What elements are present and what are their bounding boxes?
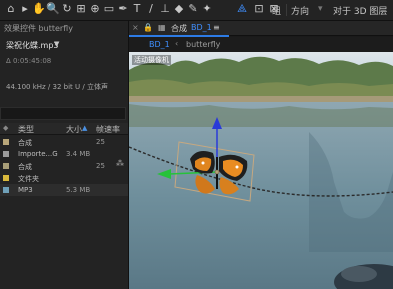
axis-local-icon[interactable]: ⊡ (252, 2, 266, 16)
axis-icon[interactable]: ⟁ (235, 2, 249, 16)
sort-ascending-icon[interactable]: ▲ (82, 124, 87, 132)
column-rate[interactable]: 帧速率 (96, 124, 120, 135)
item-name: 文件夹 (18, 175, 39, 183)
zoom-tool-icon[interactable]: 🔍 (46, 2, 60, 16)
list-item[interactable]: MP3 5.3 MB (0, 184, 128, 196)
breadcrumb-separator-icon: ‹ (175, 39, 179, 48)
arrow-tool-icon[interactable]: ▸ (18, 2, 32, 16)
rotate-tool-icon[interactable]: ↻ (60, 2, 74, 16)
item-name: MP3 (18, 186, 33, 194)
brush-tool-icon[interactable]: / (144, 2, 158, 16)
roto-brush-icon[interactable]: ✎ (186, 2, 200, 16)
audio-info: 44.100 kHz / 32 bit U / 立体声 (6, 83, 108, 91)
list-item[interactable]: 合成 25 (0, 160, 128, 172)
item-size: 5.3 MB (66, 186, 91, 194)
item-name: 合成 (18, 139, 32, 147)
item-color-swatch (3, 175, 9, 181)
active-camera-label: 活动摄像机 (132, 55, 171, 65)
list-item[interactable]: Importe...G 3.4 MB (0, 148, 128, 160)
item-color-swatch (3, 151, 9, 157)
direction-dropdown-icon[interactable]: ▾ (318, 4, 323, 14)
grid-label: 组 (272, 7, 282, 17)
item-name: 合成 (18, 163, 32, 171)
composition-tab-bar: × 🔒 ▦ 合成 BD_1 ≡ (129, 21, 393, 37)
tab-menu-icon[interactable]: ≡ (213, 23, 220, 32)
toolbar: ⌂ ▸ ✋ 🔍 ↻ ⊞ ⊕ ▭ ✒ T / ⊥ ◆ ✎ ✦ ⟁ ⊡ ⊠ 组 方向 ▾ 对于 3D 图层 (0, 0, 393, 21)
project-panel: 效果控件 butterfly 梁祝化蝶.mp3 ▼ Δ 0:05:45:08 4… (0, 21, 129, 289)
item-color-swatch (3, 187, 9, 193)
butterfly-layer[interactable] (157, 117, 267, 212)
item-name: Importe...G (18, 150, 58, 158)
close-tab-icon[interactable]: × (132, 23, 139, 32)
rectangle-tool-icon[interactable]: ▭ (102, 2, 116, 16)
effect-controls-title[interactable]: 效果控件 butterfly (4, 23, 73, 34)
project-column-header: ◆ 类型 大小 ▲ 帧速率 (0, 123, 128, 135)
composition-tab-label[interactable]: 合成 (171, 23, 187, 34)
item-size: 3.4 MB (66, 150, 91, 158)
label-column-icon[interactable]: ◆ (3, 124, 8, 132)
item-color-swatch (3, 163, 9, 169)
selected-file-name: 梁祝化蝶.mp3 (6, 41, 59, 50)
pen-tool-icon[interactable]: ✒ (116, 2, 130, 16)
item-color-swatch (3, 139, 9, 145)
pan-behind-tool-icon[interactable]: ⊕ (88, 2, 102, 16)
puppet-pin-icon[interactable]: ✦ (200, 2, 214, 16)
viewer-canvas[interactable]: 活动摄像机 (129, 52, 393, 289)
breadcrumb-comp[interactable]: BD_1 (147, 40, 172, 49)
type-tool-icon[interactable]: T (130, 2, 144, 16)
composition-icon: ▦ (158, 23, 166, 32)
column-type[interactable]: 类型 (18, 124, 34, 135)
list-item[interactable]: 文件夹 (0, 172, 128, 184)
breadcrumb-layer[interactable]: butterfly (186, 40, 220, 49)
lock-icon[interactable]: 🔒 (143, 23, 153, 32)
align-3d-label[interactable]: 对于 3D 图层 (333, 4, 387, 17)
project-search-input[interactable] (0, 107, 126, 120)
breadcrumb: BD_1 ‹ butterfly (129, 37, 393, 52)
column-size[interactable]: 大小 (66, 124, 82, 135)
hand-tool-icon[interactable]: ✋ (32, 2, 46, 16)
file-duration: Δ 0:05:45:08 (6, 57, 52, 65)
item-frame-rate: 25 (96, 138, 105, 146)
flowchart-icon[interactable]: ⁂ (116, 159, 124, 168)
direction-label[interactable]: 方向 (291, 4, 309, 17)
composition-tab-name[interactable]: BD_1 (191, 23, 212, 32)
file-dropdown-icon[interactable]: ▼ (54, 40, 59, 48)
camera-tool-icon[interactable]: ⊞ (74, 2, 88, 16)
home-icon[interactable]: ⌂ (4, 2, 18, 16)
composition-viewer: × 🔒 ▦ 合成 BD_1 ≡ BD_1 ‹ butterfly 活动摄像机 (129, 21, 393, 289)
list-item[interactable]: 合成 25 (0, 136, 128, 148)
toolbar-divider (286, 4, 287, 16)
item-frame-rate: 25 (96, 162, 105, 170)
eraser-tool-icon[interactable]: ◆ (172, 2, 186, 16)
clone-stamp-icon[interactable]: ⊥ (158, 2, 172, 16)
